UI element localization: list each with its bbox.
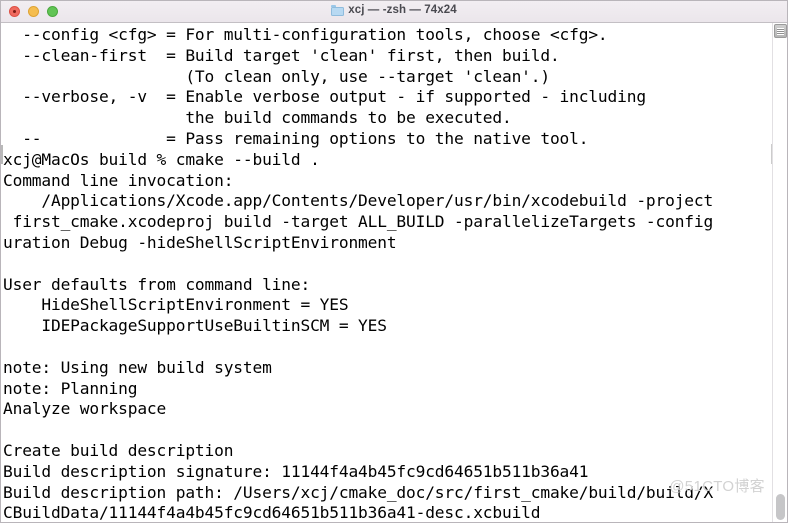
terminal-line: Analyze workspace	[3, 399, 167, 419]
terminal-content[interactable]: --config <cfg> = For multi-configuration…	[1, 23, 787, 523]
terminal-line: Create build description	[3, 440, 234, 460]
terminal-line: --clean-first = Build target 'clean' fir…	[3, 45, 560, 65]
terminal-line: --config <cfg> = For multi-configuration…	[3, 25, 608, 44]
terminal-line: (To clean only, use --target 'clean'.)	[3, 66, 550, 86]
terminal-line: first_cmake.xcodeproj build -target ALL_…	[3, 212, 714, 232]
terminal-line: note: Planning	[3, 378, 138, 398]
watermark: @51CTO博客	[669, 478, 765, 495]
terminal-line: /Applications/Xcode.app/Contents/Develop…	[3, 191, 714, 211]
window-titlebar[interactable]: xcj — -zsh — 74x24	[1, 1, 787, 23]
terminal-line: User defaults from command line:	[3, 274, 311, 294]
window-title-text: xcj — -zsh — 74x24	[348, 4, 457, 17]
terminal-line: note: Using new build system	[3, 357, 272, 377]
folder-icon	[331, 4, 345, 16]
terminal-line: IDEPackageSupportUseBuiltinSCM = YES	[3, 316, 387, 336]
terminal-line: CBuildData/11144f4a4b45fc9cd64651b511b36…	[3, 503, 541, 523]
terminal-line: xcj@MacOs build % cmake --build .	[3, 149, 320, 169]
scrollbar-thumb[interactable]	[776, 494, 785, 520]
terminal-window: xcj — -zsh — 74x24 --config <cfg> = For …	[0, 0, 788, 523]
text-cursor	[1, 145, 3, 164]
vertical-scrollbar[interactable]	[772, 23, 787, 522]
terminal-line: -- = Pass remaining options to the nativ…	[3, 128, 589, 148]
window-title: xcj — -zsh — 74x24	[1, 4, 787, 19]
terminal-line: --verbose, -v = Enable verbose output - …	[3, 87, 646, 107]
terminal-line: HideShellScriptEnvironment = YES	[3, 295, 349, 315]
terminal-screen: --config <cfg> = For multi-configuration…	[3, 24, 787, 523]
terminal-line: the build commands to be executed.	[3, 108, 512, 128]
scroll-elevator-icon[interactable]	[774, 24, 787, 38]
terminal-line: Command line invocation:	[3, 170, 234, 190]
terminal-line: uration Debug -hideShellScriptEnvironmen…	[3, 232, 397, 252]
